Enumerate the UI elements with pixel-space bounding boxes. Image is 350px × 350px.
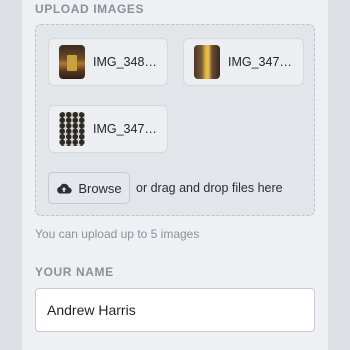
cloud-upload-icon: [57, 183, 72, 194]
drag-drop-text: or drag and drop files here: [136, 181, 283, 195]
file-name: IMG_347…: [93, 122, 157, 136]
upload-images-label: UPLOAD IMAGES: [35, 2, 145, 16]
jar-photo-thumbnail: [59, 45, 85, 79]
upload-limit-hint: You can upload up to 5 images: [35, 227, 200, 241]
hallway-photo-thumbnail: [194, 45, 220, 79]
uploaded-file-card[interactable]: IMG_347…: [183, 38, 304, 86]
file-name: IMG_348…: [93, 55, 157, 69]
uploaded-file-card[interactable]: IMG_348…: [48, 38, 168, 86]
tile-pattern-thumbnail: [59, 112, 85, 146]
browse-button[interactable]: Browse: [48, 172, 130, 204]
browse-label: Browse: [78, 180, 122, 196]
right-gutter: [328, 0, 350, 350]
file-name: IMG_347…: [228, 55, 292, 69]
uploaded-file-card[interactable]: IMG_347…: [48, 105, 168, 153]
image-drop-zone[interactable]: IMG_348… IMG_347… IMG_347… Browse or dra…: [35, 24, 315, 216]
left-gutter: [0, 0, 22, 350]
name-input[interactable]: [35, 288, 315, 332]
your-name-label: YOUR NAME: [35, 265, 114, 279]
